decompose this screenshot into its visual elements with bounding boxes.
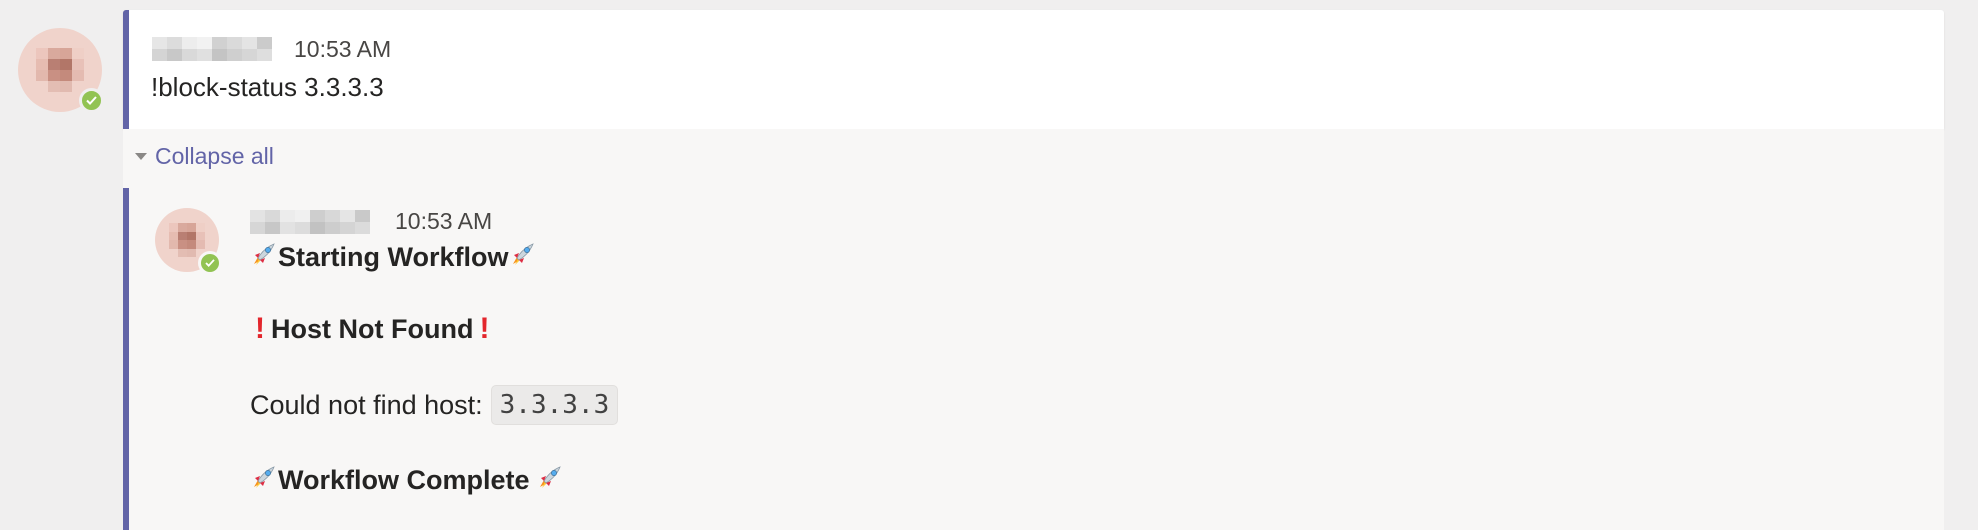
avatar[interactable] [18, 28, 104, 113]
host-code: 3.3.3.3 [490, 385, 619, 425]
workflow-complete-label: Workflow Complete [278, 465, 530, 495]
could-not-find-line: Could not find host: 3.3.3.3 [250, 385, 619, 425]
presence-available-icon [198, 251, 222, 275]
presence-available-icon [79, 88, 104, 113]
collapse-all-label: Collapse all [155, 143, 274, 169]
chevron-down-icon [135, 153, 147, 160]
starting-workflow-label: Starting Workflow [278, 242, 509, 272]
host-not-found-label: Host Not Found [271, 313, 474, 344]
rocket-icon [250, 240, 278, 275]
red-exclamation-icon: ! [479, 312, 490, 345]
red-exclamation-icon: ! [255, 312, 265, 345]
message-timestamp: 10:53 AM [294, 36, 392, 62]
could-not-find-label: Could not find host: [250, 389, 483, 420]
avatar-image [169, 223, 205, 257]
reply-message[interactable]: 10:53 AM Starting Workflow ! Host Not Fo… [123, 188, 1944, 530]
author-name [152, 37, 272, 61]
rocket-icon [250, 463, 278, 498]
avatar[interactable] [155, 208, 222, 275]
author-name [250, 210, 370, 234]
rocket-icon [509, 240, 537, 275]
workflow-complete-line: Workflow Complete [250, 463, 564, 498]
avatar-image [36, 48, 84, 92]
reply-thread: Collapse all 10:53 AM Starting Workflow … [123, 129, 1944, 530]
reply-timestamp: 10:53 AM [395, 208, 493, 234]
host-not-found-line: ! Host Not Found ! [255, 312, 489, 346]
starting-workflow-line: Starting Workflow [250, 240, 537, 275]
collapse-all-button[interactable]: Collapse all [135, 143, 274, 170]
message-card[interactable]: 10:53 AM !block-status 3.3.3.3 [123, 10, 1944, 129]
rocket-icon [536, 463, 564, 498]
message-text: !block-status 3.3.3.3 [151, 72, 384, 102]
